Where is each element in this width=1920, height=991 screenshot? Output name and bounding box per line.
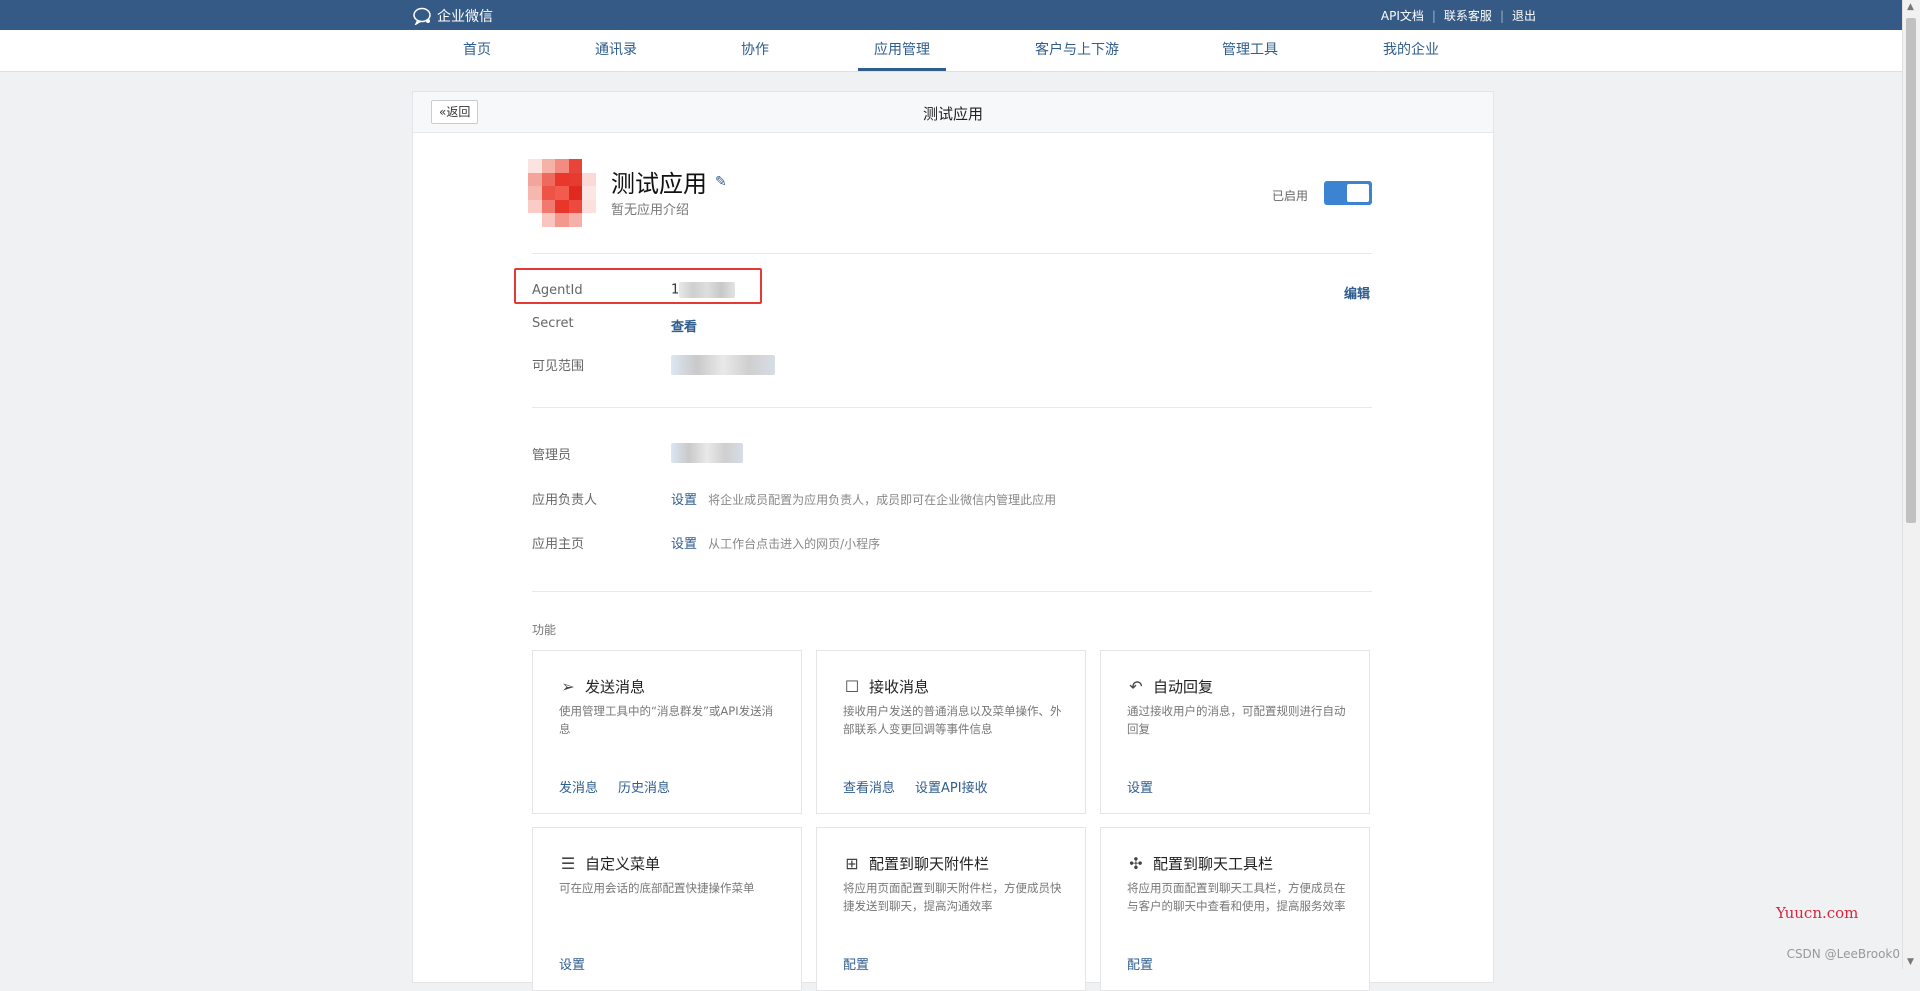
set-homepage-link[interactable]: 设置 bbox=[671, 537, 697, 552]
nav-contacts[interactable]: 通讯录 bbox=[595, 30, 637, 71]
toolbar-config-link[interactable]: 配置 bbox=[1127, 954, 1153, 973]
menu-icon: ☰ bbox=[560, 854, 576, 873]
site-watermark: Yuucn.com bbox=[1776, 904, 1859, 922]
homepage-row: 设置 从工作台点击进入的网页/小程序 bbox=[671, 533, 880, 552]
api-docs-link[interactable]: API文档 bbox=[1381, 7, 1424, 24]
logout-link[interactable]: 退出 bbox=[1512, 7, 1536, 24]
visibility-scope-value[interactable] bbox=[671, 354, 775, 375]
toolbar-icon: ✣ bbox=[1129, 854, 1143, 873]
scroll-up-arrow-icon[interactable]: ▲ bbox=[1907, 2, 1914, 12]
homepage-hint: 从工作台点击进入的网页/小程序 bbox=[708, 537, 881, 551]
set-owner-link[interactable]: 设置 bbox=[671, 493, 697, 508]
send-icon: ➢ bbox=[561, 677, 575, 696]
feature-title: 配置到聊天工具栏 bbox=[1153, 855, 1274, 873]
reply-icon: ↶ bbox=[1129, 677, 1143, 696]
top-bar: 企业微信 API文档 | 联系客服 | 退出 bbox=[0, 0, 1920, 30]
divider bbox=[532, 407, 1372, 408]
nav-app-management[interactable]: 应用管理 bbox=[858, 30, 946, 71]
admin-value bbox=[671, 442, 743, 463]
feature-desc: 接收用户发送的普通消息以及菜单操作、外部联系人变更回调等事件信息 bbox=[843, 704, 1062, 736]
page-title: 测试应用 bbox=[922, 105, 983, 123]
owner-label: 应用负责人 bbox=[532, 493, 598, 508]
chat-bubble-icon: ☐ bbox=[844, 677, 860, 696]
scrollbar-thumb[interactable] bbox=[1906, 18, 1916, 523]
app-description: 暂无应用介绍 bbox=[611, 203, 690, 218]
admin-label: 管理员 bbox=[532, 448, 572, 463]
enabled-status-label: 已启用 bbox=[1272, 189, 1309, 203]
top-links: API文档 | 联系客服 | 退出 bbox=[1381, 7, 1536, 24]
divider bbox=[532, 253, 1372, 254]
separator: | bbox=[1499, 8, 1504, 23]
view-secret-link[interactable]: 查看 bbox=[671, 316, 697, 335]
feature-title: 接收消息 bbox=[869, 678, 930, 696]
scope-redacted bbox=[671, 354, 775, 375]
divider bbox=[532, 591, 1372, 592]
feature-desc: 将应用页面配置到聊天工具栏，方便成员在与客户的聊天中查看和使用，提高服务效率 bbox=[1127, 881, 1346, 913]
attachment-config-link[interactable]: 配置 bbox=[843, 954, 869, 973]
feature-desc: 使用管理工具中的“消息群发”或API发送消息 bbox=[559, 704, 774, 736]
auto-reply-settings-link[interactable]: 设置 bbox=[1127, 777, 1153, 796]
message-history-link[interactable]: 历史消息 bbox=[618, 777, 670, 796]
toggle-knob bbox=[1347, 184, 1369, 202]
logo-text: 企业微信 bbox=[437, 9, 493, 25]
nav-admin-tools[interactable]: 管理工具 bbox=[1222, 30, 1278, 71]
separator: | bbox=[1431, 8, 1436, 23]
nav-home[interactable]: 首页 bbox=[463, 30, 491, 71]
owner-row: 设置 将企业成员配置为应用负责人，成员即可在企业微信内管理此应用 bbox=[671, 489, 1056, 508]
feature-card-chat-toolbar: ✣ 配置到聊天工具栏 将应用页面配置到聊天工具栏，方便成员在与客户的聊天中查看和使… bbox=[1100, 827, 1370, 991]
wecom-logo[interactable]: 企业微信 bbox=[413, 6, 493, 26]
app-name: 测试应用 bbox=[611, 170, 707, 198]
features-section-title: 功能 bbox=[532, 623, 557, 637]
agentid-redacted bbox=[679, 282, 736, 298]
vertical-scrollbar[interactable]: ▲ ▼ bbox=[1902, 0, 1920, 969]
feature-title: 自动回复 bbox=[1153, 678, 1214, 696]
wecom-logo-icon bbox=[413, 7, 431, 25]
feature-card-receive-message: ☐ 接收消息 接收用户发送的普通消息以及菜单操作、外部联系人变更回调等事件信息 查… bbox=[816, 650, 1086, 814]
visibility-scope-label: 可见范围 bbox=[532, 359, 585, 374]
owner-hint: 将企业成员配置为应用负责人，成员即可在企业微信内管理此应用 bbox=[708, 493, 1057, 507]
feature-card-auto-reply: ↶ 自动回复 通过接收用户的消息，可配置规则进行自动回复 设置 bbox=[1100, 650, 1370, 814]
attachment-grid-icon: ⊞ bbox=[845, 854, 859, 873]
feature-title: 发送消息 bbox=[585, 678, 646, 696]
edit-info-link[interactable]: 编辑 bbox=[1344, 283, 1370, 302]
edit-name-pencil-icon[interactable]: ✎ bbox=[715, 174, 727, 190]
agentid-value-row: 1 bbox=[671, 282, 736, 298]
card-header: «返回 测试应用 bbox=[413, 92, 1493, 133]
enable-toggle[interactable] bbox=[1324, 181, 1372, 205]
view-messages-link[interactable]: 查看消息 bbox=[843, 777, 895, 796]
custom-menu-settings-link[interactable]: 设置 bbox=[559, 954, 585, 973]
nav-my-company[interactable]: 我的企业 bbox=[1383, 30, 1439, 71]
feature-desc: 可在应用会话的底部配置快捷操作菜单 bbox=[559, 881, 755, 895]
feature-title: 配置到聊天附件栏 bbox=[869, 855, 990, 873]
homepage-label: 应用主页 bbox=[532, 537, 585, 552]
feature-card-send-message: ➢ 发送消息 使用管理工具中的“消息群发”或API发送消息 发消息 历史消息 bbox=[532, 650, 802, 814]
secret-label: Secret bbox=[532, 316, 574, 331]
feature-title: 自定义菜单 bbox=[585, 855, 661, 873]
send-message-link[interactable]: 发消息 bbox=[559, 777, 598, 796]
feature-desc: 通过接收用户的消息，可配置规则进行自动回复 bbox=[1127, 704, 1346, 736]
feature-card-chat-attachment: ⊞ 配置到聊天附件栏 将应用页面配置到聊天附件栏，方便成员快捷发送到聊天，提高沟通… bbox=[816, 827, 1086, 991]
feature-card-custom-menu: ☰ 自定义菜单 可在应用会话的底部配置快捷操作菜单 设置 bbox=[532, 827, 802, 991]
nav-collaboration[interactable]: 协作 bbox=[741, 30, 769, 71]
contact-support-link[interactable]: 联系客服 bbox=[1444, 7, 1492, 24]
app-logo[interactable] bbox=[528, 159, 596, 227]
admin-redacted bbox=[671, 442, 743, 463]
feature-desc: 将应用页面配置到聊天附件栏，方便成员快捷发送到聊天，提高沟通效率 bbox=[843, 881, 1062, 913]
set-api-receive-link[interactable]: 设置API接收 bbox=[915, 777, 988, 796]
app-name-row: 测试应用 ✎ bbox=[611, 164, 727, 199]
agentid-label: AgentId bbox=[532, 283, 583, 298]
scroll-down-arrow-icon[interactable]: ▼ bbox=[1907, 957, 1914, 967]
nav-customers[interactable]: 客户与上下游 bbox=[1035, 30, 1119, 71]
csdn-watermark: CSDN @LeeBrook0 bbox=[1786, 947, 1900, 961]
agentid-value: 1 bbox=[671, 282, 680, 298]
main-nav: 首页 通讯录 协作 应用管理 客户与上下游 管理工具 我的企业 bbox=[0, 30, 1920, 72]
